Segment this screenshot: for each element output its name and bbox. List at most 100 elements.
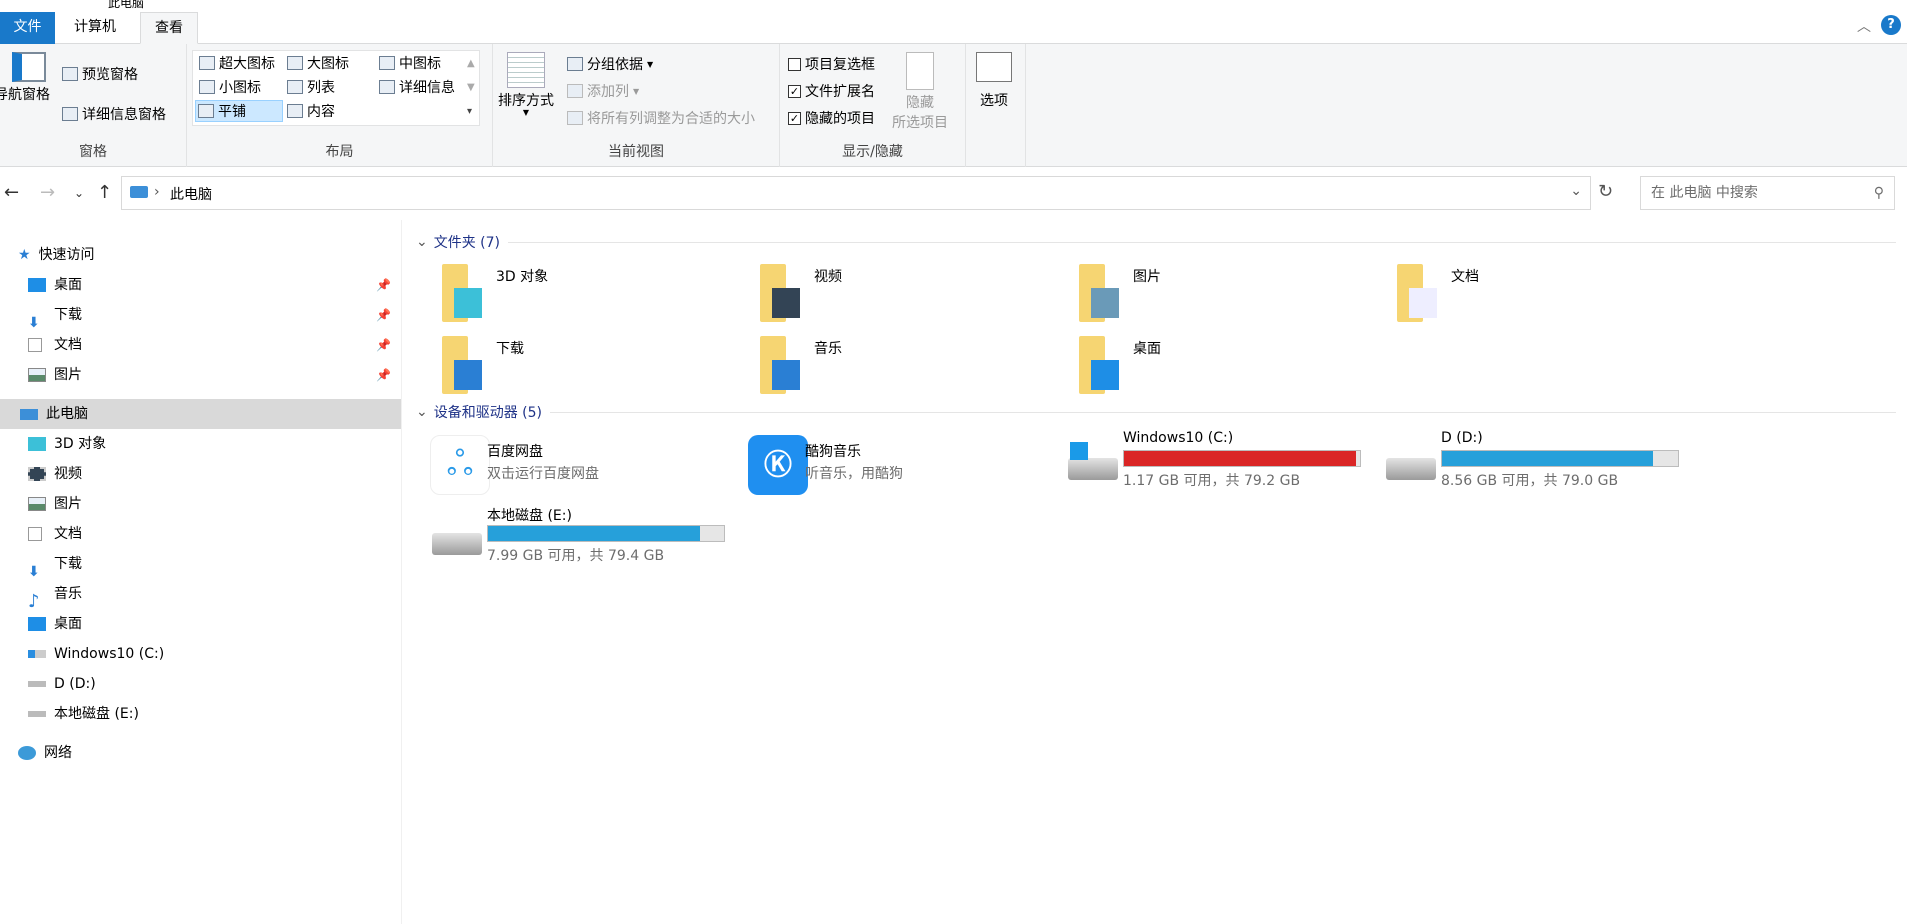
drive-usage-fill xyxy=(488,526,700,541)
folder-item[interactable]: 下载 xyxy=(438,336,738,398)
layout-list[interactable]: 列表 xyxy=(285,76,337,98)
folder-item[interactable]: 图片 xyxy=(1075,264,1375,326)
pin-icon[interactable]: 📌 xyxy=(376,360,391,390)
recent-locations-icon[interactable]: ⌄ xyxy=(74,186,84,200)
preview-pane-icon xyxy=(62,67,78,81)
folder-item[interactable]: 桌面 xyxy=(1075,336,1375,398)
gallery-scroll[interactable]: ▲▼▾ xyxy=(467,52,475,124)
nav-pane-button[interactable]: 导航窗格 xyxy=(0,52,50,104)
nav-3d-objects[interactable]: 3D 对象 xyxy=(0,429,401,459)
nav-drive-c[interactable]: Windows10 (C:) xyxy=(0,639,401,669)
hidden-items-toggle[interactable]: ✓隐藏的项目 xyxy=(788,108,875,128)
small-icons-icon xyxy=(199,80,215,94)
nav-quick-desktop[interactable]: 桌面📌 xyxy=(0,270,401,300)
checkbox-checked-icon: ✓ xyxy=(788,85,801,98)
nav-this-pc[interactable]: 此电脑 xyxy=(0,399,401,429)
app-kugou-music[interactable]: Ⓚ 酷狗音乐 听音乐，用酷狗 xyxy=(748,435,1068,495)
video-icon xyxy=(28,467,46,481)
drive-item[interactable]: 本地磁盘 (E:)7.99 GB 可用，共 79.4 GB xyxy=(430,505,750,565)
add-column-button[interactable]: 添加列▼ xyxy=(567,81,639,101)
forward-icon[interactable]: → xyxy=(40,182,55,203)
drive-icon xyxy=(28,681,46,687)
layout-extra-large-icons[interactable]: 超大图标 xyxy=(197,52,277,74)
nav-quick-downloads[interactable]: ⬇下载📌 xyxy=(0,300,401,330)
address-path[interactable]: 此电脑 xyxy=(170,184,212,204)
group-by-button[interactable]: 分组依据▼ xyxy=(567,54,653,74)
drive-usage-bar xyxy=(1441,450,1679,467)
nav-drive-e[interactable]: 本地磁盘 (E:) xyxy=(0,699,401,729)
sort-icon xyxy=(507,52,545,88)
drive-icon xyxy=(28,711,46,717)
drive-icon xyxy=(1386,458,1436,480)
fit-columns-button[interactable]: 将所有列调整为合适的大小 xyxy=(567,108,755,128)
medium-icons-icon xyxy=(379,56,395,70)
help-icon[interactable]: ? xyxy=(1881,15,1901,35)
windows-logo-icon xyxy=(1070,442,1088,460)
pin-icon[interactable]: 📌 xyxy=(376,300,391,330)
nav-videos[interactable]: 视频 xyxy=(0,459,401,489)
nav-pane-icon xyxy=(12,52,46,82)
nav-downloads[interactable]: ⬇下载 xyxy=(0,549,401,579)
collapse-ribbon-icon[interactable]: ︿ xyxy=(1857,16,1871,36)
drive-item[interactable]: Windows10 (C:)1.17 GB 可用，共 79.2 GB xyxy=(1066,430,1386,490)
desktop-icon xyxy=(28,617,46,631)
3d-objects-icon xyxy=(28,437,46,451)
nav-documents[interactable]: 文档 xyxy=(0,519,401,549)
drive-space-info: 1.17 GB 可用，共 79.2 GB xyxy=(1123,470,1300,490)
pin-icon[interactable]: 📌 xyxy=(376,330,391,360)
hide-selected-icon xyxy=(906,52,934,90)
large-icons-icon xyxy=(287,56,303,70)
sort-by-button[interactable]: 排序方式▼ xyxy=(498,52,554,117)
nav-network[interactable]: 网络 xyxy=(0,738,401,768)
up-icon[interactable]: ↑ xyxy=(97,182,112,203)
drive-item[interactable]: D (D:)8.56 GB 可用，共 79.0 GB xyxy=(1384,430,1704,490)
folder-item[interactable]: 3D 对象 xyxy=(438,264,738,326)
group-label: 显示/隐藏 xyxy=(780,141,965,161)
app-baidu-netdisk[interactable]: ஃ 百度网盘 双击运行百度网盘 xyxy=(430,435,750,495)
folder-item[interactable]: 视频 xyxy=(756,264,1056,326)
nav-drive-d[interactable]: D (D:) xyxy=(0,669,401,699)
folder-name: 图片 xyxy=(1133,266,1161,286)
devices-header[interactable]: ⌄设备和驱动器 (5) xyxy=(416,402,1896,422)
nav-quick-documents[interactable]: 文档📌 xyxy=(0,330,401,360)
tab-computer[interactable]: 计算机 xyxy=(60,12,130,44)
address-dropdown-icon[interactable]: ⌄ xyxy=(1570,183,1582,199)
title-bar: 此电脑 xyxy=(0,0,1907,10)
layout-large-icons[interactable]: 大图标 xyxy=(285,52,351,74)
file-extensions-toggle[interactable]: ✓文件扩展名 xyxy=(788,81,875,101)
download-icon: ⬇ xyxy=(28,308,46,322)
options-button[interactable]: 选项 xyxy=(976,52,1012,110)
nav-quick-access[interactable]: ★快速访问 xyxy=(0,240,401,270)
tab-file[interactable]: 文件 xyxy=(0,12,55,44)
layout-medium-icons[interactable]: 中图标 xyxy=(377,52,443,74)
pin-icon[interactable]: 📌 xyxy=(376,270,391,300)
nav-desktop[interactable]: 桌面 xyxy=(0,609,401,639)
folders-header[interactable]: ⌄文件夹 (7) xyxy=(416,232,1896,252)
list-icon xyxy=(287,80,303,94)
nav-pictures[interactable]: 图片 xyxy=(0,489,401,519)
chevron-right-icon: › xyxy=(154,184,160,200)
layout-tiles[interactable]: 平铺 xyxy=(195,100,283,122)
search-input[interactable]: 在 此电脑 中搜索⚲ xyxy=(1640,176,1895,210)
item-checkboxes-toggle[interactable]: 项目复选框 xyxy=(788,54,875,74)
content-icon xyxy=(287,104,303,118)
drive-space-info: 8.56 GB 可用，共 79.0 GB xyxy=(1441,470,1618,490)
layout-small-icons[interactable]: 小图标 xyxy=(197,76,263,98)
nav-music[interactable]: ♪音乐 xyxy=(0,579,401,609)
nav-quick-pictures[interactable]: 图片📌 xyxy=(0,360,401,390)
layout-details[interactable]: 详细信息 xyxy=(377,76,457,98)
refresh-icon[interactable]: ↻ xyxy=(1598,181,1613,202)
folder-item[interactable]: 文档 xyxy=(1393,264,1693,326)
back-icon[interactable]: ← xyxy=(4,182,19,203)
layout-content[interactable]: 内容 xyxy=(285,100,337,122)
folder-item[interactable]: 音乐 xyxy=(756,336,1056,398)
details-pane-button[interactable]: 详细信息窗格 xyxy=(62,104,166,124)
ribbon-tabs: 文件 计算机 查看 ︿ ? xyxy=(0,10,1907,44)
group-label: 当前视图 xyxy=(493,141,779,161)
tab-view[interactable]: 查看 xyxy=(140,12,198,44)
address-bar[interactable]: › 此电脑 ⌄ xyxy=(121,176,1591,210)
preview-pane-button[interactable]: 预览窗格 xyxy=(62,64,138,84)
window-title: 此电脑 xyxy=(108,0,144,10)
hide-selected-button[interactable]: 隐藏 所选项目 xyxy=(892,52,948,132)
tiles-icon xyxy=(198,104,214,118)
